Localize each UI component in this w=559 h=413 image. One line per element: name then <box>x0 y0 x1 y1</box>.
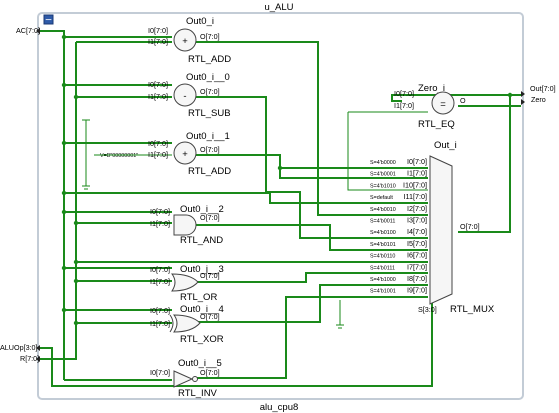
cell-sub-0-type: RTL_SUB <box>188 108 231 119</box>
cell-add-0-pin-i0: I0[7:0] <box>148 26 168 35</box>
cell-inv-pin-i0: I0[7:0] <box>150 368 170 377</box>
mux-select-value: S=4'b1010 <box>370 183 396 189</box>
mux-select-value: S=4'b0101 <box>370 242 396 248</box>
port-label-zero: Zero <box>531 95 546 104</box>
cell-sub-0-pin-o: O[7:0] <box>200 87 220 96</box>
cell-eq-type: RTL_EQ <box>418 119 455 130</box>
mux-select-value: S=4'b1000 <box>370 277 396 283</box>
cell-sub-0-pin-i1: I1[7:0] <box>148 92 168 101</box>
mux-input-pin: I10[7:0] <box>403 180 427 189</box>
mux-input-pin: I6[7:0] <box>407 251 427 260</box>
constant-label: V=B"00000001" <box>100 153 138 159</box>
cell-eq-symbol: = <box>440 99 446 110</box>
cell-xor-pin-i1: I1[7:0] <box>150 319 170 328</box>
cell-inv-pin-o: O[7:0] <box>200 368 220 377</box>
mux-input-pin: I8[7:0] <box>407 274 427 283</box>
cell-add-1-instance: Out0_i__1 <box>186 131 230 142</box>
cell-or-pin-i0: I0[7:0] <box>150 265 170 274</box>
mux-select-pin: S[3:0] <box>418 305 437 314</box>
cell-eq-pin-i1: I1[7:0] <box>394 101 414 110</box>
cell-inv-type: RTL_INV <box>178 388 218 399</box>
cell-and-pin-i1: I1[7:0] <box>150 219 170 228</box>
cell-sub-0-pin-i0: I0[7:0] <box>148 80 168 89</box>
cell-and-pin-o: O[7:0] <box>200 213 220 222</box>
mux-select-value: S=4'b0011 <box>370 219 395 225</box>
cell-xor-type: RTL_XOR <box>180 334 224 345</box>
collapse-icon: − <box>45 16 53 26</box>
cell-add-0-symbol: + <box>182 36 188 47</box>
cell-add-0-pin-o: O[7:0] <box>200 32 220 41</box>
mux-select-value: S=4'b0100 <box>370 230 396 236</box>
mux-input-pin: I11[7:0] <box>404 192 427 201</box>
cell-or-pin-i1: I1[7:0] <box>150 277 170 286</box>
mux-input-pin: I2[7:0] <box>407 204 427 213</box>
cell-add-1-type: RTL_ADD <box>188 166 231 177</box>
mux-select-value: S=4'b0110 <box>370 254 395 260</box>
mux-select-value: S=4'b0000 <box>370 160 396 166</box>
mux-input-pin: I1[7:0] <box>407 169 427 178</box>
port-label-aluop: ALUOp[3:0] <box>0 343 38 352</box>
cell-and-pin-i0: I0[7:0] <box>150 207 170 216</box>
cell-add-0-pin-i1: I1[7:0] <box>148 37 168 46</box>
port-label-out: Out[7:0] <box>530 84 556 93</box>
cell-or-pin-o: O[7:0] <box>200 271 220 280</box>
cell-add-0-instance: Out0_i <box>186 16 214 27</box>
mux-input-pin: I9[7:0] <box>407 286 427 295</box>
mux-select-value: S=default <box>370 195 393 201</box>
port-label-r: R[7:0] <box>20 354 39 363</box>
mux-select-value: S=4'b0001 <box>370 172 396 178</box>
mux-type: RTL_MUX <box>450 304 495 315</box>
cell-eq-pin-o: O <box>460 96 466 105</box>
cell-sub-0-instance: Out0_i__0 <box>186 72 230 83</box>
module-footer: alu_cpu8 <box>260 402 299 413</box>
cell-add-1-pin-i1: I1[7:0] <box>148 150 168 159</box>
schematic-canvas[interactable]: u_ALU alu_cpu8 − AC[7:0] ALUOp[3:0] R[7:… <box>0 0 559 413</box>
cell-add-1-pin-i0: I0[7:0] <box>148 139 168 148</box>
cell-add-1-pin-o: O[7:0] <box>200 145 220 154</box>
mux-select-value: S=4'b0111 <box>370 265 395 271</box>
module-title: u_ALU <box>264 2 293 13</box>
cell-xor-pin-o: O[7:0] <box>200 312 220 321</box>
cell-xor-pin-i0: I0[7:0] <box>150 306 170 315</box>
cell-add-1-symbol: + <box>182 149 188 160</box>
cell-eq-pin-i0: I0[7:0] <box>394 89 414 98</box>
mux-select-value: S=4'b1001 <box>370 289 396 295</box>
cell-or-type: RTL_OR <box>180 292 217 303</box>
mux-instance: Out_i <box>434 140 457 151</box>
cell-sub-0-symbol: - <box>183 91 186 102</box>
mux-input-pin: I5[7:0] <box>407 239 427 248</box>
port-label-ac: AC[7:0] <box>16 26 40 35</box>
cell-and-type: RTL_AND <box>180 235 223 246</box>
mux-input-pin: I7[7:0] <box>407 262 427 271</box>
mux-input-pin: I3[7:0] <box>407 216 427 225</box>
mux-output-pin: O[7:0] <box>460 222 480 231</box>
mux-select-value: S=4'b0010 <box>370 207 396 213</box>
mux-input-pin: I4[7:0] <box>407 227 427 236</box>
cell-add-0-type: RTL_ADD <box>188 54 231 65</box>
mux-input-pin: I0[7:0] <box>407 157 427 166</box>
